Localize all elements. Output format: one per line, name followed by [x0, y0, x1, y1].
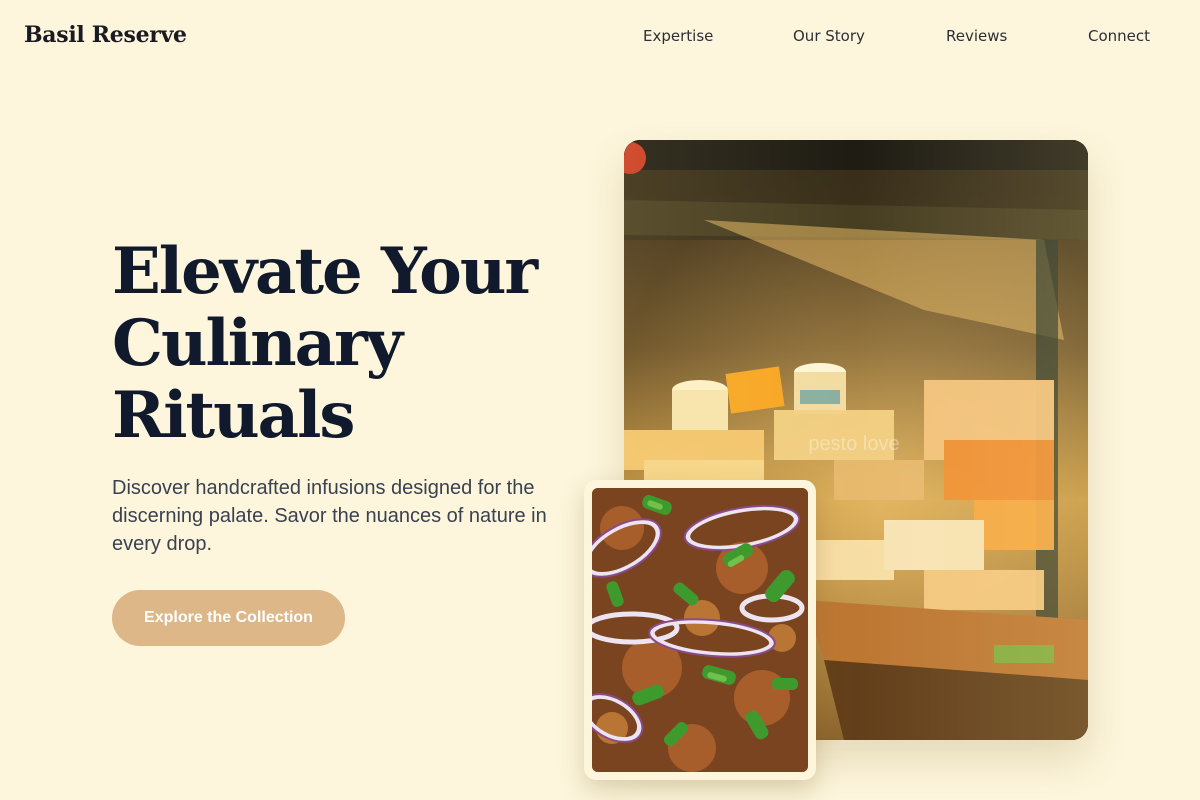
explore-collection-button[interactable]: Explore the Collection [112, 590, 345, 646]
herb-salad-photo-frame [584, 480, 816, 780]
hero-title-line: Elevate Your [112, 234, 538, 309]
nav-link-connect[interactable]: Connect [1088, 27, 1150, 45]
nav-link-reviews[interactable]: Reviews [946, 27, 1007, 45]
hero-title: Elevate Your Culinary Rituals [112, 236, 592, 452]
photo-watermark: pesto love [808, 433, 899, 455]
brand-logo[interactable]: Basil Reserve [24, 22, 187, 48]
hero-subtitle: Discover handcrafted infusions designed … [112, 477, 547, 555]
herb-salad-photo [592, 488, 808, 772]
hero-title-line: Rituals [112, 378, 355, 453]
hero-title-line: Culinary [112, 306, 403, 381]
nav-link-our-story[interactable]: Our Story [793, 27, 865, 45]
nav-link-expertise[interactable]: Expertise [643, 27, 713, 45]
